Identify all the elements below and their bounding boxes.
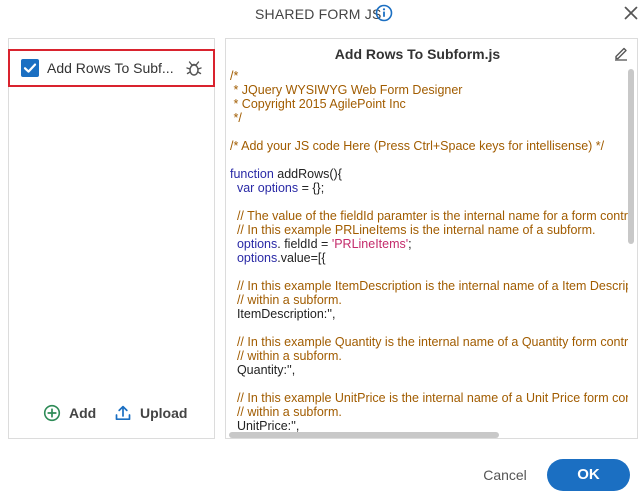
code-line: /* [230, 69, 628, 83]
code-line: // within a subform. [230, 349, 628, 363]
code-token: addRows(){ [273, 167, 342, 181]
code-token: */ [230, 111, 242, 125]
code-token: 'PRLineItems' [331, 237, 409, 251]
upload-file-button[interactable]: Upload [114, 401, 187, 425]
code-line: options. fieldId = 'PRLineItems'; [230, 237, 628, 251]
plus-circle-icon [43, 404, 61, 422]
code-line: // within a subform. [230, 405, 628, 419]
code-line: // In this example ItemDescription is th… [230, 279, 628, 293]
code-token: // The value of the fieldId paramter is … [230, 209, 628, 223]
ok-button[interactable]: OK [547, 459, 630, 491]
code-token: * JQuery WYSIWYG Web Form Designer [230, 83, 463, 97]
code-token: // In this example Quantity is the inter… [230, 335, 628, 349]
code-line: Quantity:'', [230, 363, 628, 377]
upload-icon [115, 405, 131, 421]
code-line: // within a subform. [230, 293, 628, 307]
js-file-list-panel: Add Rows To Subf... Add Upload [8, 38, 215, 439]
code-line: */ [230, 111, 628, 125]
editor-header: Add Rows To Subform.js [226, 39, 637, 67]
code-token: Quantity:'', [230, 363, 296, 377]
editor-title: Add Rows To Subform.js [334, 46, 501, 62]
pencil-icon[interactable] [613, 45, 629, 61]
code-token: // within a subform. [230, 293, 342, 307]
checkmark-icon [23, 63, 37, 73]
code-line: * Copyright 2015 AgilePoint Inc [230, 97, 628, 111]
code-token: options [230, 237, 278, 251]
bug-icon[interactable] [185, 59, 203, 77]
code-token: /* [230, 69, 239, 83]
code-token: ; [408, 237, 412, 251]
code-line: // In this example Quantity is the inter… [230, 335, 628, 349]
info-icon[interactable] [375, 4, 393, 22]
code-token: // within a subform. [230, 349, 342, 363]
code-token: // In this example PRLineItems is the in… [230, 223, 596, 237]
code-token: .value=[{ [277, 251, 326, 265]
code-line: ItemDescription:'', [230, 307, 628, 321]
code-token: // In this example UnitPrice is the inte… [230, 391, 628, 405]
code-line: function addRows(){ [230, 167, 628, 181]
vertical-scrollbar-thumb[interactable] [628, 69, 634, 244]
code-line: var options = {}; [230, 181, 628, 195]
file-actions-bar: Add Upload [9, 401, 214, 425]
code-line: options.value=[{ [230, 251, 628, 265]
upload-file-label: Upload [140, 405, 188, 421]
code-token: * Copyright 2015 AgilePoint Inc [230, 97, 406, 111]
code-line: /* Add your JS code Here (Press Ctrl+Spa… [230, 139, 628, 153]
file-list-item[interactable]: Add Rows To Subf... [8, 49, 215, 87]
code-token: options [230, 251, 278, 265]
dialog-title: SHARED FORM JS [255, 6, 382, 22]
cancel-button[interactable]: Cancel [475, 463, 535, 487]
add-file-label: Add [69, 405, 97, 421]
code-token: // within a subform. [230, 405, 342, 419]
code-line: * JQuery WYSIWYG Web Form Designer [230, 83, 628, 97]
code-token: // In this example ItemDescription is th… [236, 279, 628, 293]
horizontal-scrollbar[interactable] [226, 431, 626, 438]
code-editor[interactable]: /* * JQuery WYSIWYG Web Form Designer * … [230, 69, 628, 433]
code-token: /* Add your JS code Here (Press Ctrl+Spa… [230, 139, 605, 153]
add-file-button[interactable]: Add [43, 401, 96, 425]
code-editor-panel: Add Rows To Subform.js /* * JQuery WYSIW… [225, 38, 638, 439]
close-icon[interactable] [622, 4, 640, 22]
dialog-footer: Cancel OK [0, 455, 644, 495]
code-line: // The value of the fieldId paramter is … [230, 209, 628, 223]
code-token: ItemDescription:'', [230, 307, 336, 321]
vertical-scrollbar[interactable] [627, 69, 635, 429]
code-token: . fieldId = [277, 237, 332, 251]
file-checkbox[interactable] [21, 59, 39, 77]
horizontal-scrollbar-thumb[interactable] [229, 432, 499, 438]
code-token: options [257, 181, 299, 195]
code-line: // In this example PRLineItems is the in… [230, 223, 628, 237]
shared-form-js-dialog: SHARED FORM JS Add Rows To Subf... Add U… [0, 0, 644, 498]
code-token: = {}; [298, 181, 325, 195]
file-name-label: Add Rows To Subf... [47, 60, 174, 76]
code-line: // In this example UnitPrice is the inte… [230, 391, 628, 405]
code-token: function [230, 167, 274, 181]
code-token: var [230, 181, 255, 195]
dialog-title-bar: SHARED FORM JS [0, 0, 644, 28]
